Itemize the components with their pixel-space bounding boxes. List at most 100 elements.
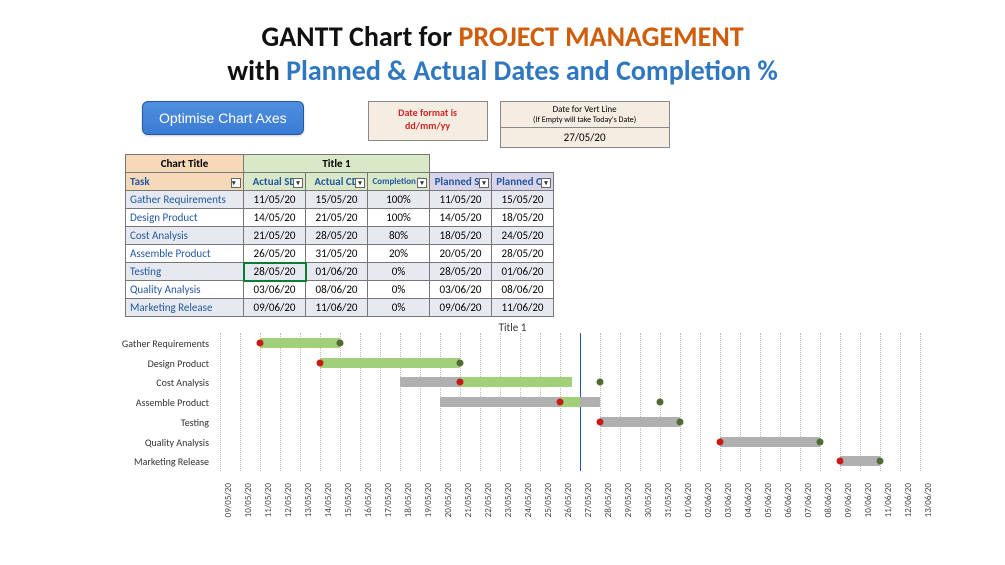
task-table[interactable]: Chart Title Title 1 Task▾Actual SD▾Actua… [125, 154, 554, 317]
cell-pcd[interactable]: 08/06/20 [492, 281, 554, 299]
x-tick-label: 17/05/20 [383, 483, 394, 517]
cell-acd[interactable]: 08/06/20 [306, 281, 368, 299]
cell-psd[interactable]: 09/06/20 [430, 299, 492, 317]
cell-pct[interactable]: 20% [368, 245, 430, 263]
col-completion-[interactable]: Completion %▾ [368, 173, 430, 191]
cell-psd[interactable]: 03/06/20 [430, 281, 492, 299]
x-tick-label: 29/05/20 [623, 483, 634, 517]
cell-acd[interactable]: 01/06/20 [306, 263, 368, 281]
task-label: Marketing Release [100, 452, 215, 471]
x-tick-label: 13/06/20 [923, 483, 934, 517]
cell-acd[interactable]: 11/06/20 [306, 299, 368, 317]
gridline [620, 333, 621, 471]
chart-title-value[interactable]: Title 1 [244, 155, 430, 173]
col-task[interactable]: Task▾ [126, 173, 244, 191]
cell-psd[interactable]: 14/05/20 [430, 209, 492, 227]
table-row[interactable]: Testing28/05/2001/06/200%28/05/2001/06/2… [126, 263, 554, 281]
cell-pct[interactable]: 100% [368, 191, 430, 209]
cell-acd[interactable]: 15/05/20 [306, 191, 368, 209]
table-row[interactable]: Cost Analysis21/05/2028/05/2080%18/05/20… [126, 227, 554, 245]
cell-asd[interactable]: 03/06/20 [244, 281, 306, 299]
cell-asd[interactable]: 21/05/20 [244, 227, 306, 245]
filter-dropdown-icon[interactable]: ▾ [293, 178, 303, 188]
gridline [740, 333, 741, 471]
start-dot-icon [597, 418, 604, 425]
x-tick-label: 11/06/20 [883, 483, 894, 517]
actual-bar [320, 358, 460, 368]
cell-psd[interactable]: 28/05/20 [430, 263, 492, 281]
cell-task[interactable]: Testing [126, 263, 244, 281]
filter-dropdown-icon[interactable]: ▾ [541, 178, 551, 188]
cell-pcd[interactable]: 18/05/20 [492, 209, 554, 227]
gridline [600, 333, 601, 471]
table-row[interactable]: Marketing Release09/06/2011/06/200%09/06… [126, 299, 554, 317]
col-actual-sd[interactable]: Actual SD▾ [244, 173, 306, 191]
x-tick-label: 11/05/20 [263, 483, 274, 517]
x-tick-label: 15/05/20 [343, 483, 354, 517]
cell-pcd[interactable]: 11/06/20 [492, 299, 554, 317]
cell-task[interactable]: Marketing Release [126, 299, 244, 317]
title2-blue: Planned & Actual Dates and Completion % [286, 53, 778, 88]
cell-task[interactable]: Assemble Product [126, 245, 244, 263]
cell-pcd[interactable]: 24/05/20 [492, 227, 554, 245]
filter-dropdown-icon[interactable]: ▾ [355, 178, 365, 188]
filter-dropdown-icon[interactable]: ▾ [417, 178, 427, 188]
x-tick-label: 10/06/20 [863, 483, 874, 517]
x-tick-label: 31/05/20 [663, 483, 674, 517]
gridline [760, 333, 761, 471]
cell-task[interactable]: Cost Analysis [126, 227, 244, 245]
cell-pct[interactable]: 0% [368, 263, 430, 281]
cell-pcd[interactable]: 15/05/20 [492, 191, 554, 209]
filter-dropdown-icon[interactable]: ▾ [231, 178, 241, 188]
cell-psd[interactable]: 18/05/20 [430, 227, 492, 245]
cell-pcd[interactable]: 28/05/20 [492, 245, 554, 263]
gridline [220, 333, 221, 471]
cell-acd[interactable]: 21/05/20 [306, 209, 368, 227]
cell-asd[interactable]: 14/05/20 [244, 209, 306, 227]
cell-pct[interactable]: 80% [368, 227, 430, 245]
x-tick-label: 09/05/20 [223, 483, 234, 517]
vert-line-value[interactable]: 27/05/20 [501, 128, 669, 147]
cell-acd[interactable]: 31/05/20 [306, 245, 368, 263]
cell-pct[interactable]: 0% [368, 299, 430, 317]
x-tick-label: 02/06/20 [703, 483, 714, 517]
cell-pct[interactable]: 100% [368, 209, 430, 227]
gridline [640, 333, 641, 471]
task-label: Cost Analysis [100, 373, 215, 392]
optimise-axes-button[interactable]: Optimise Chart Axes [142, 101, 304, 135]
cell-psd[interactable]: 20/05/20 [430, 245, 492, 263]
cell-task[interactable]: Design Product [126, 209, 244, 227]
gridline [360, 333, 361, 471]
cell-acd[interactable]: 28/05/20 [306, 227, 368, 245]
gridline [860, 333, 861, 471]
table-row[interactable]: Gather Requirements11/05/2015/05/20100%1… [126, 191, 554, 209]
filter-dropdown-icon[interactable]: ▾ [479, 178, 489, 188]
vert-line-sub: (If Empty will take Today's Date) [505, 115, 665, 125]
col-planned-sd[interactable]: Planned SD▾ [430, 173, 492, 191]
x-tick-label: 04/06/20 [743, 483, 754, 517]
cell-psd[interactable]: 11/05/20 [430, 191, 492, 209]
vert-line-date-box[interactable]: Date for Vert Line (If Empty will take T… [500, 101, 670, 148]
actual-bar [460, 377, 572, 387]
cell-asd[interactable]: 26/05/20 [244, 245, 306, 263]
start-dot-icon [317, 359, 324, 366]
cell-pcd[interactable]: 01/06/20 [492, 263, 554, 281]
cell-asd[interactable]: 09/06/20 [244, 299, 306, 317]
gridline [400, 333, 401, 471]
vert-line-hdr: Date for Vert Line [505, 104, 665, 115]
cell-task[interactable]: Quality Analysis [126, 281, 244, 299]
col-actual-cd[interactable]: Actual CD▾ [306, 173, 368, 191]
col-planned-cd[interactable]: Planned CD▾ [492, 173, 554, 191]
x-tick-label: 01/06/20 [683, 483, 694, 517]
cell-task[interactable]: Gather Requirements [126, 191, 244, 209]
task-label: Gather Requirements [100, 334, 215, 353]
table-row[interactable]: Assemble Product26/05/2031/05/2020%20/05… [126, 245, 554, 263]
gridline [880, 333, 881, 471]
table-row[interactable]: Quality Analysis03/06/2008/06/200%03/06/… [126, 281, 554, 299]
x-tick-label: 08/06/20 [823, 483, 834, 517]
gridline [240, 333, 241, 471]
cell-pct[interactable]: 0% [368, 281, 430, 299]
cell-asd[interactable]: 11/05/20 [244, 191, 306, 209]
cell-asd[interactable]: 28/05/20 [244, 263, 306, 281]
table-row[interactable]: Design Product14/05/2021/05/20100%14/05/… [126, 209, 554, 227]
